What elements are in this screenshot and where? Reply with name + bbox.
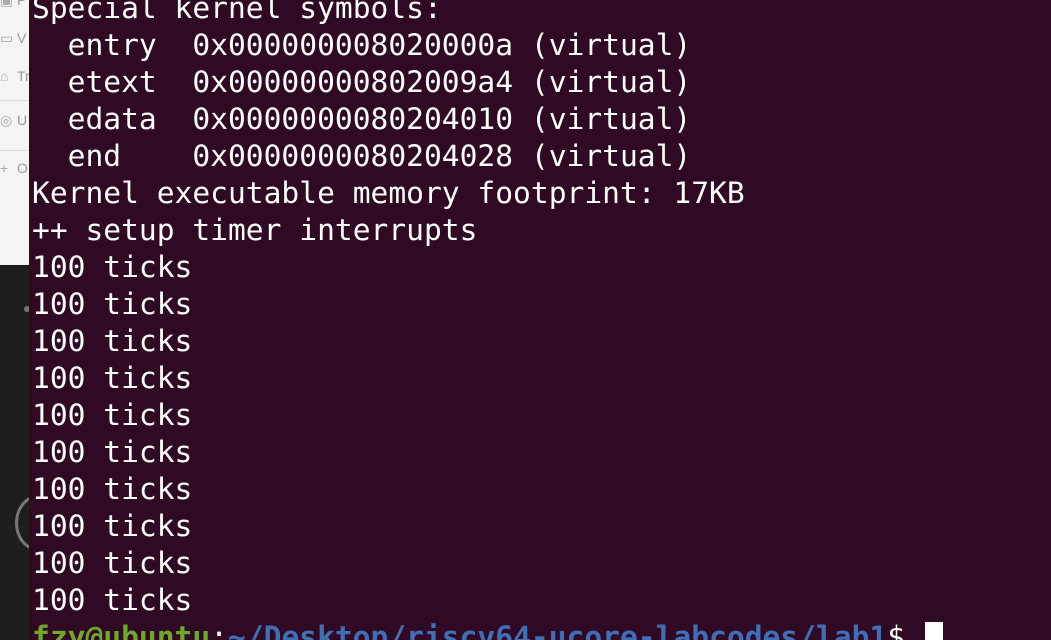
terminal-line: etext 0x00000000802009a4 (virtual) [32, 65, 692, 99]
terminal-line: 100 ticks [32, 361, 193, 395]
menu-separator [0, 150, 29, 151]
menu-item-label: V [17, 30, 27, 46]
terminal-line: Kernel executable memory footprint: 17KB [32, 176, 745, 210]
menu-item[interactable]: ◎ U [0, 112, 29, 142]
terminal-line: 100 ticks [32, 583, 193, 617]
prompt-user-host: fzy@ubuntu [32, 620, 211, 640]
menu-item[interactable]: ⌂ Tr [0, 68, 29, 98]
plus-icon: + [0, 160, 9, 176]
terminal-line: 100 ticks [32, 435, 193, 469]
text-cursor [924, 622, 943, 640]
context-menu: ▣ P ▭ V ⌂ Tr ◎ U + O [0, 0, 29, 265]
video-icon: ▭ [0, 30, 14, 46]
terminal-line: 100 ticks [32, 509, 193, 543]
terminal-line: 100 ticks [32, 287, 193, 321]
shell-prompt[interactable]: fzy@ubuntu:~/Desktop/riscv64-ucore-labco… [32, 619, 943, 640]
menu-item-label: O [17, 160, 28, 176]
menu-item-label: U [17, 112, 28, 128]
menu-item[interactable]: + O [0, 160, 29, 190]
menu-item[interactable]: ▣ P [0, 0, 29, 22]
eye-icon: ◎ [0, 112, 13, 128]
prompt-path: ~/Desktop/riscv64-ucore-labcodes/lab1 [228, 620, 888, 640]
prompt-symbol: $ [887, 620, 923, 640]
terminal-line: 100 ticks [32, 546, 193, 580]
menu-item-label: P [17, 0, 27, 8]
menu-separator [0, 100, 29, 101]
menu-item-label: Tr [17, 68, 29, 84]
terminal-line: 100 ticks [32, 324, 193, 358]
menu-item[interactable]: ▭ V [0, 30, 29, 60]
terminal-line: 100 ticks [32, 250, 193, 284]
terminal-line: edata 0x0000000080204010 (virtual) [32, 102, 692, 136]
prompt-separator: : [210, 620, 228, 640]
image-icon: ▣ [0, 0, 14, 8]
terminal-line: entry 0x000000008020000a (virtual) [32, 28, 692, 62]
trash-icon: ⌂ [0, 68, 9, 84]
terminal-line: end 0x0000000080204028 (virtual) [32, 139, 692, 173]
terminal-output: Special kernel symbols: entry 0x00000000… [32, 0, 943, 640]
terminal-line: ++ setup timer interrupts [32, 213, 478, 247]
terminal-line: Special kernel symbols: [32, 0, 442, 25]
background-window [0, 265, 29, 640]
terminal-window[interactable]: Special kernel symbols: entry 0x00000000… [29, 0, 1051, 640]
terminal-line: 100 ticks [32, 398, 193, 432]
terminal-line: 100 ticks [32, 472, 193, 506]
